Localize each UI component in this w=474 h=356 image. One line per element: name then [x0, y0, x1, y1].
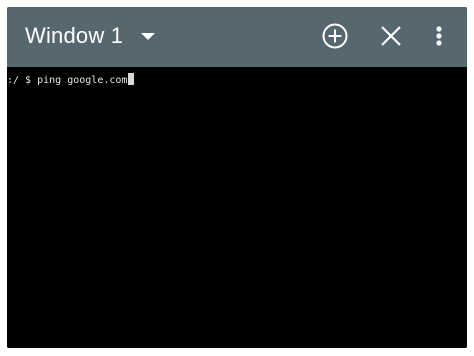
- more-vert-icon: [436, 26, 442, 46]
- overflow-menu-button[interactable]: [427, 20, 451, 52]
- terminal-output[interactable]: :/ $ ping google.com: [7, 67, 467, 348]
- command-line: :/ $ ping google.com: [7, 73, 135, 87]
- command-text: ping google.com: [37, 75, 128, 86]
- shell-prompt: :/ $: [7, 75, 38, 86]
- window-title: Window 1: [25, 23, 124, 48]
- new-window-button[interactable]: [319, 20, 351, 52]
- window-dropdown-button[interactable]: [133, 21, 163, 51]
- terminal-window: Window 1:/ $ ping google.com: [7, 7, 467, 348]
- app-bar: Window 1: [7, 7, 467, 67]
- close-icon: [381, 26, 401, 46]
- close-window-button[interactable]: [375, 20, 407, 52]
- text-cursor: [128, 73, 135, 85]
- add-circle-outline-icon: [322, 23, 348, 49]
- arrow-drop-down-icon: [141, 33, 155, 40]
